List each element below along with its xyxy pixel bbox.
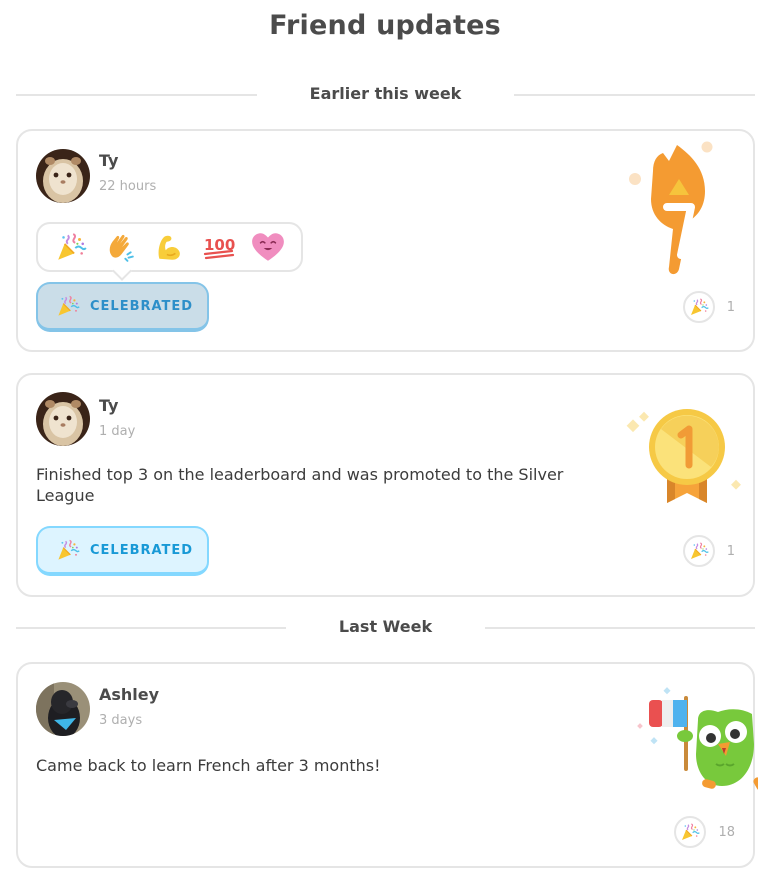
user-name[interactable]: Ty — [99, 396, 118, 415]
dog-avatar-icon — [36, 682, 90, 736]
avatar[interactable] — [36, 682, 90, 736]
reaction-summary[interactable]: 1 — [682, 535, 735, 567]
celebrate-label: CELEBRATED — [90, 542, 194, 558]
hamster-avatar-icon — [36, 149, 90, 203]
reaction-summary-circle — [674, 816, 707, 848]
friend-update-card: Ty 1 day Finished top 3 on the leaderboa… — [16, 373, 755, 597]
party-popper-icon — [56, 233, 87, 261]
party-popper-icon — [690, 298, 709, 316]
party-popper-icon — [57, 539, 80, 561]
celebrate-button[interactable]: CELEBRATED — [36, 282, 209, 332]
reaction-summary-circle — [682, 291, 715, 323]
streak-flame-7-icon — [629, 141, 713, 275]
time-ago: 1 day — [99, 424, 136, 439]
reaction-hundred-points[interactable]: 100 — [201, 229, 237, 265]
reaction-count: 1 — [726, 543, 735, 559]
celebrate-button[interactable]: CELEBRATED — [36, 526, 209, 576]
user-name[interactable]: Ty — [99, 151, 118, 170]
section-header-last-week: Last Week — [16, 617, 755, 639]
friend-update-card: Ty 22 hours 100 CELEBRATED 1 — [16, 129, 755, 352]
divider-line-right — [514, 94, 755, 96]
clapping-hands-icon — [109, 234, 134, 262]
hamster-avatar-icon — [36, 392, 90, 446]
smiling-heart-icon — [252, 233, 285, 261]
reaction-summary[interactable]: 1 — [682, 291, 735, 323]
hundred-points-icon: 100 — [203, 236, 235, 260]
section-header-earlier-this-week: Earlier this week — [16, 84, 755, 106]
update-text: Came back to learn French after 3 months… — [36, 756, 381, 775]
reaction-count: 18 — [718, 824, 735, 840]
time-ago: 3 days — [99, 713, 143, 728]
reaction-party-popper[interactable] — [53, 229, 89, 265]
reaction-smiling-heart[interactable] — [250, 229, 286, 265]
reaction-picker: 100 — [36, 222, 303, 272]
reaction-count: 1 — [726, 299, 735, 315]
friend-update-card: Ashley 3 days Came back to learn French … — [16, 662, 758, 868]
reaction-flexed-biceps[interactable] — [151, 229, 187, 265]
avatar[interactable] — [36, 392, 90, 446]
page-title: Friend updates — [269, 10, 501, 41]
divider-line-right — [485, 627, 755, 629]
time-ago: 22 hours — [99, 179, 157, 194]
reaction-clapping-hands[interactable] — [102, 229, 138, 265]
update-text: Finished top 3 on the leaderboard and wa… — [36, 465, 564, 505]
flexed-biceps-icon — [159, 235, 181, 260]
owl-with-french-flag-icon — [637, 687, 758, 791]
celebrate-label: CELEBRATED — [90, 298, 194, 314]
party-popper-icon — [690, 542, 709, 560]
reaction-summary-circle — [682, 535, 715, 567]
gold-medal-1-icon — [626, 409, 741, 503]
avatar[interactable] — [36, 149, 90, 203]
party-popper-icon — [57, 295, 80, 317]
party-popper-icon — [681, 823, 701, 841]
user-name[interactable]: Ashley — [99, 685, 159, 704]
reaction-summary[interactable]: 18 — [674, 816, 735, 848]
